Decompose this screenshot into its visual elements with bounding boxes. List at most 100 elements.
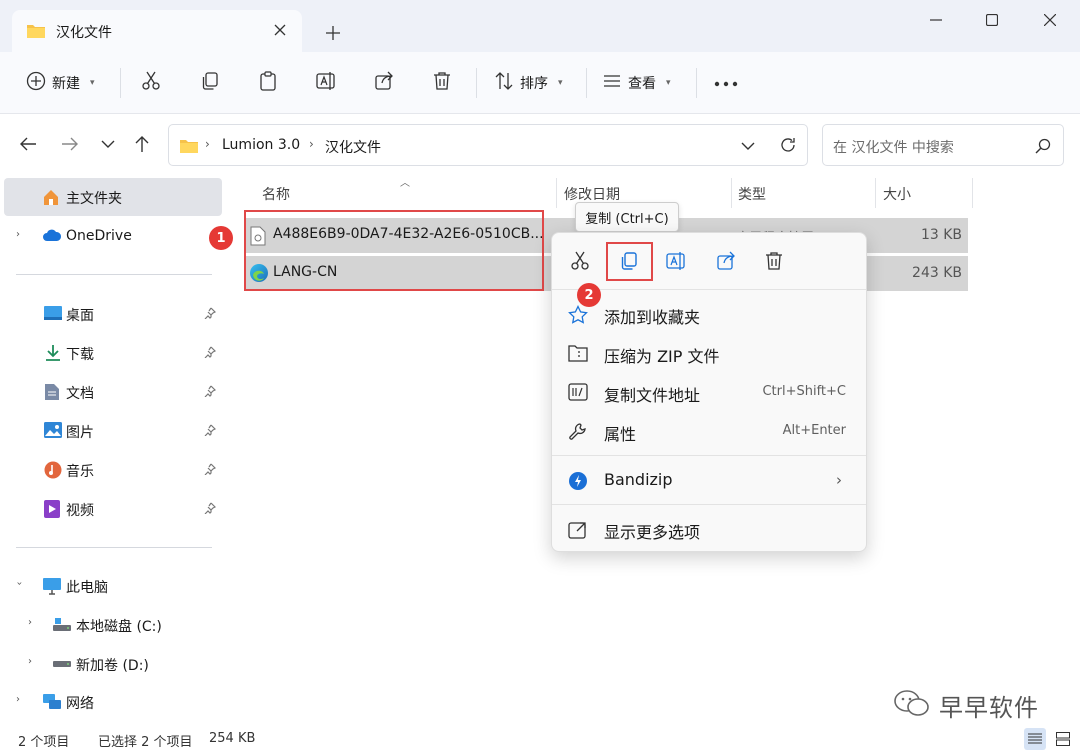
pin-icon[interactable]	[204, 463, 217, 479]
tab-hanhua[interactable]: 汉化文件	[12, 10, 302, 52]
pin-icon[interactable]	[204, 502, 217, 518]
sidebar-item-label: 视频	[66, 503, 94, 519]
minimize-icon[interactable]	[916, 6, 956, 34]
search-icon[interactable]	[1035, 138, 1051, 158]
sidebar-item-label: 图片	[66, 425, 94, 441]
menu-item-copy-path[interactable]: 复制文件地址 Ctrl+Shift+C	[560, 374, 858, 410]
recent-chevron-down-icon[interactable]	[94, 130, 122, 158]
column-divider[interactable]	[556, 178, 557, 208]
tiles-view-icon[interactable]	[1052, 728, 1074, 750]
toolbar-divider	[476, 68, 477, 98]
ctx-delete-icon[interactable]	[760, 247, 788, 275]
menu-item-compress-zip[interactable]: 压缩为 ZIP 文件	[560, 335, 858, 371]
menu-item-properties[interactable]: 属性 Alt+Enter	[560, 413, 858, 449]
collapse-chevron-icon[interactable]: ›	[14, 582, 25, 586]
sidebar-item-network[interactable]: › 网络	[0, 683, 222, 721]
pin-icon[interactable]	[204, 307, 217, 323]
column-divider[interactable]	[875, 178, 876, 208]
sidebar-item-label: 网络	[66, 696, 94, 712]
pin-icon[interactable]	[204, 346, 217, 362]
sidebar-item-onedrive[interactable]: › OneDrive	[0, 218, 222, 256]
menu-item-add-favorites[interactable]: 添加到收藏夹	[560, 296, 858, 332]
sort-button[interactable]: 排序 ▾	[494, 66, 563, 100]
search-box[interactable]: 在 汉化文件 中搜索	[822, 124, 1064, 166]
sidebar-item-label: 文档	[66, 386, 94, 402]
ctx-share-icon[interactable]	[712, 247, 740, 275]
cut-button[interactable]	[141, 66, 161, 100]
sidebar-item-drive-d[interactable]: › 新加卷 (D:)	[0, 645, 222, 683]
menu-item-label: 压缩为 ZIP 文件	[604, 347, 720, 366]
zip-folder-icon	[568, 344, 588, 364]
tab-close-icon[interactable]	[270, 20, 290, 40]
sidebar-item-label: 新加卷 (D:)	[76, 658, 149, 674]
menu-item-label: 显示更多选项	[604, 523, 701, 542]
new-tab-icon[interactable]	[320, 20, 346, 46]
menu-item-shortcut: Ctrl+Shift+C	[762, 384, 846, 399]
copy-button[interactable]	[200, 66, 220, 100]
chevron-down-icon: ▾	[666, 78, 671, 88]
sidebar-item-music[interactable]: 音乐	[0, 451, 222, 489]
highlight-box-files	[244, 210, 544, 291]
address-dropdown-icon[interactable]	[741, 139, 755, 155]
menu-separator	[552, 455, 866, 456]
expand-chevron-icon[interactable]: ›	[28, 617, 32, 628]
column-header-name[interactable]: 名称	[262, 184, 290, 204]
sidebar-item-videos[interactable]: 视频	[0, 490, 222, 528]
back-arrow-icon[interactable]	[14, 130, 42, 158]
sidebar-item-documents[interactable]: 文档	[0, 373, 222, 411]
view-button[interactable]: 查看 ▾	[602, 66, 671, 100]
tab-title: 汉化文件	[56, 25, 112, 41]
document-icon	[44, 383, 62, 401]
sidebar-item-drive-c[interactable]: › 本地磁盘 (C:)	[0, 606, 222, 644]
expand-chevron-icon[interactable]: ›	[16, 229, 20, 240]
sidebar-item-desktop[interactable]: 桌面	[0, 295, 222, 333]
column-header-modified[interactable]: 修改日期	[564, 184, 620, 204]
menu-separator	[552, 504, 866, 505]
more-dots-icon	[714, 75, 738, 91]
sidebar-divider	[16, 547, 212, 548]
step-badge-2: 2	[577, 283, 601, 307]
delete-button[interactable]	[432, 66, 452, 100]
picture-icon	[44, 422, 62, 440]
address-bar[interactable]: › Lumion 3.0 › 汉化文件	[168, 124, 808, 166]
breadcrumb-hanhua[interactable]: 汉化文件	[325, 137, 381, 157]
column-divider[interactable]	[972, 178, 973, 208]
new-button[interactable]: 新建 ▾	[26, 66, 95, 100]
sidebar-item-downloads[interactable]: 下载	[0, 334, 222, 372]
details-view-icon[interactable]	[1024, 728, 1046, 750]
sidebar-item-pictures[interactable]: 图片	[0, 412, 222, 450]
sidebar-item-label: 桌面	[66, 308, 94, 324]
menu-item-bandizip[interactable]: Bandizip ›	[560, 462, 858, 498]
ctx-rename-icon[interactable]	[663, 247, 691, 275]
column-header-type[interactable]: 类型	[738, 184, 766, 204]
more-options-button[interactable]	[714, 66, 738, 100]
sidebar-item-home[interactable]: 主文件夹	[4, 178, 222, 216]
menu-item-show-more[interactable]: 显示更多选项	[560, 511, 858, 547]
refresh-icon[interactable]	[779, 136, 797, 158]
breadcrumb-chevron-icon: ›	[309, 137, 314, 151]
expand-chevron-icon[interactable]: ›	[16, 694, 20, 705]
ctx-cut-icon[interactable]	[566, 247, 594, 275]
folder-icon	[179, 138, 199, 158]
share-button[interactable]	[374, 66, 394, 100]
status-item-count: 2 个项目	[18, 735, 70, 750]
step-badge-1: 1	[209, 226, 233, 250]
column-header-size[interactable]: 大小	[883, 184, 911, 204]
close-window-icon[interactable]	[1030, 6, 1070, 34]
up-arrow-icon[interactable]	[128, 130, 156, 158]
cloud-icon	[42, 228, 62, 246]
view-label: 查看	[628, 76, 656, 92]
toolbar-divider	[696, 68, 697, 98]
paste-button[interactable]	[258, 66, 278, 100]
pin-icon[interactable]	[204, 385, 217, 401]
wechat-icon	[893, 689, 931, 723]
expand-chevron-icon[interactable]: ›	[28, 656, 32, 667]
sidebar-item-this-pc[interactable]: › 此电脑	[0, 567, 222, 605]
breadcrumb-lumion[interactable]: Lumion 3.0	[222, 137, 300, 153]
column-divider[interactable]	[731, 178, 732, 208]
scissors-icon	[141, 71, 161, 95]
rename-button[interactable]	[316, 66, 338, 100]
forward-arrow-icon[interactable]	[56, 130, 84, 158]
maximize-icon[interactable]	[972, 6, 1012, 34]
pin-icon[interactable]	[204, 424, 217, 440]
